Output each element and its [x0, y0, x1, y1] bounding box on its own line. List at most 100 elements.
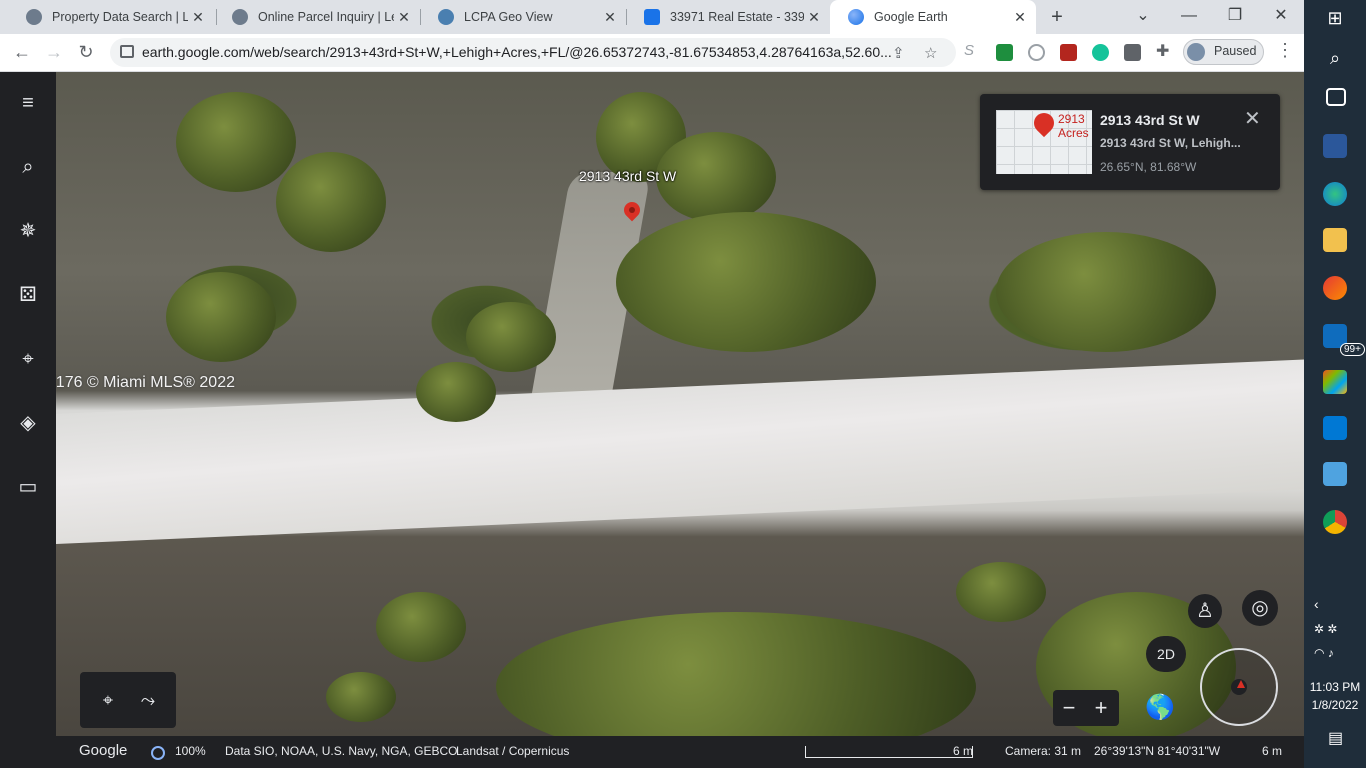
globe-view-icon[interactable]: 🌎	[1140, 688, 1180, 728]
tab-search-button[interactable]: ⌄	[1120, 0, 1166, 34]
tree-cluster	[616, 212, 876, 352]
show-hidden-icons-icon[interactable]: ‹	[1314, 596, 1319, 612]
zoom-out-button[interactable]: −	[1055, 694, 1083, 722]
data-attribution[interactable]: Data SIO, NOAA, U.S. Navy, NGA, GEBCO	[225, 744, 458, 758]
reload-button[interactable]: ↻	[74, 40, 98, 64]
map-style-layers-icon[interactable]: ◈	[14, 409, 42, 437]
windows-start-icon[interactable]: ⊞	[1323, 8, 1347, 32]
close-icon[interactable]: ✕	[188, 9, 208, 26]
notifications-icon[interactable]: ▤	[1328, 728, 1343, 748]
tree-cluster	[496, 612, 976, 736]
tree	[276, 152, 386, 252]
elevation: 6 m	[1262, 744, 1283, 758]
tab-lcpa-geo-view[interactable]: LCPA Geo View ✕	[420, 0, 626, 34]
tree	[416, 362, 496, 422]
streaming-progress-icon	[151, 746, 165, 760]
tree	[466, 302, 556, 372]
cursor-coordinates: 26°39'13"N 81°40'31"W	[1094, 744, 1221, 758]
zoom-controls: − +	[1053, 690, 1119, 726]
task-view-icon[interactable]	[1326, 88, 1346, 106]
windows-taskbar: ⊞ ⌕ ‹ ✲ ✲ ◠ ♪ 11:03 PM 1/8/2022 ▤	[1304, 0, 1366, 768]
profile-button[interactable]: Paused	[1183, 39, 1264, 65]
tree	[166, 272, 276, 362]
taskbar-clock[interactable]: 11:03 PM 1/8/2022	[1304, 678, 1366, 714]
zoom-in-button[interactable]: +	[1087, 694, 1115, 722]
scale-bar[interactable]	[805, 746, 973, 758]
remote-desktop-icon[interactable]	[1323, 416, 1347, 440]
close-icon[interactable]: ✕	[600, 9, 620, 26]
toggle-2d-button[interactable]: 2D	[1146, 636, 1186, 672]
microsoft-store-icon[interactable]	[1323, 370, 1347, 394]
my-location-icon[interactable]: ◎	[1242, 590, 1278, 626]
extensions-puzzle-icon[interactable]: ✚	[1156, 41, 1173, 60]
feeling-lucky-dice-icon[interactable]: ⚄	[14, 281, 42, 309]
voyager-icon[interactable]: ✵	[14, 217, 42, 245]
profile-status: Paused	[1214, 44, 1257, 58]
place-info-card[interactable]: 2913 Acres 2913 43rd St W 2913 43rd St W…	[980, 94, 1280, 190]
edge-icon[interactable]	[1323, 182, 1347, 206]
tab-property-data-search[interactable]: Property Data Search | Lee ✕	[8, 0, 214, 34]
close-icon[interactable]: ✕	[804, 9, 824, 26]
tree-cluster	[996, 232, 1216, 352]
close-icon[interactable]: ✕	[1244, 106, 1261, 131]
google-earth-icon	[848, 9, 864, 25]
grammarly-icon[interactable]	[1092, 44, 1109, 61]
status-bar: Google 100% Data SIO, NOAA, U.S. Navy, N…	[56, 736, 1304, 768]
thumbnail-label: 2913 Acres	[1058, 112, 1089, 140]
close-icon[interactable]: ✕	[1010, 9, 1030, 26]
share-icon[interactable]: ⇪	[892, 44, 905, 62]
address-bar[interactable]: earth.google.com/web/search/2913+43rd+St…	[110, 38, 956, 67]
minimize-button[interactable]: —	[1166, 0, 1212, 34]
place-coordinates: 26.65°N, 81.68°W	[1100, 160, 1197, 174]
tab-google-earth[interactable]: Google Earth ✕	[830, 0, 1036, 34]
compass-control[interactable]	[1200, 648, 1278, 726]
adobe-pdf-icon[interactable]	[1060, 44, 1077, 61]
browser-menu-icon[interactable]: ⋮	[1276, 40, 1294, 61]
scale-label: 6 m	[953, 744, 974, 758]
url-text[interactable]: earth.google.com/web/search/2913+43rd+St…	[142, 44, 892, 60]
word-icon[interactable]	[1323, 134, 1347, 158]
search-icon[interactable]: ⌕	[1323, 48, 1347, 72]
close-icon[interactable]: ✕	[394, 9, 414, 26]
contacts-icon[interactable]	[1323, 462, 1347, 486]
restore-button[interactable]: ❐	[1212, 0, 1258, 34]
placemark-label[interactable]: 2913 43rd St W	[579, 168, 676, 184]
tab-real-estate[interactable]: 33971 Real Estate - 33971 ✕	[626, 0, 830, 34]
search-icon[interactable]: ⌕	[14, 153, 42, 181]
imagery-attribution: Landsat / Copernicus	[456, 744, 570, 758]
extension-headphones-icon[interactable]	[1028, 44, 1045, 61]
zillow-icon	[644, 9, 660, 25]
place-thumbnail[interactable]: 2913 Acres	[996, 110, 1092, 174]
left-nav-rail: ≡ ⌕ ✵ ⚄ ⌖ ◈ ▭	[0, 72, 56, 768]
tab-online-parcel-inquiry[interactable]: Online Parcel Inquiry | Lee ✕	[214, 0, 420, 34]
bookmark-star-icon[interactable]: ☆	[924, 44, 937, 62]
compass-north-icon	[1237, 680, 1245, 688]
chrome-icon[interactable]	[1323, 510, 1347, 534]
browser-toolbar: ← → ↻ earth.google.com/web/search/2913+4…	[0, 34, 1304, 72]
measure-ruler-icon[interactable]: ▭	[14, 473, 42, 501]
extension-s-icon[interactable]: S	[964, 42, 981, 59]
add-placemark-icon[interactable]: ⌖	[96, 688, 120, 712]
draw-path-icon[interactable]: ⤳	[136, 688, 160, 712]
extension-check-icon[interactable]	[996, 44, 1013, 61]
forward-button[interactable]: →	[42, 40, 66, 64]
file-explorer-icon[interactable]	[1323, 228, 1347, 252]
tab-label: Property Data Search | Lee	[52, 10, 188, 24]
camera-altitude: Camera: 31 m	[1005, 744, 1082, 758]
tab-label: LCPA Geo View	[464, 10, 553, 24]
extension-screen-icon[interactable]	[1124, 44, 1141, 61]
tray-apps-icon[interactable]: ✲ ✲	[1314, 622, 1337, 636]
new-tab-button[interactable]: +	[1046, 6, 1068, 28]
back-button[interactable]: ←	[10, 40, 34, 64]
clock-time: 11:03 PM	[1309, 680, 1361, 694]
app-icon[interactable]	[1323, 276, 1347, 300]
lock-icon	[120, 45, 134, 58]
tree	[376, 592, 466, 662]
projects-pin-icon[interactable]: ⌖	[14, 345, 42, 373]
tree	[176, 92, 296, 192]
network-volume-icon[interactable]: ◠ ♪	[1314, 646, 1334, 660]
close-window-button[interactable]: ✕	[1258, 0, 1304, 34]
pegman-street-view-icon[interactable]: ♙	[1188, 594, 1222, 628]
mail-badge: 99+	[1340, 343, 1365, 356]
menu-icon[interactable]: ≡	[14, 89, 42, 117]
